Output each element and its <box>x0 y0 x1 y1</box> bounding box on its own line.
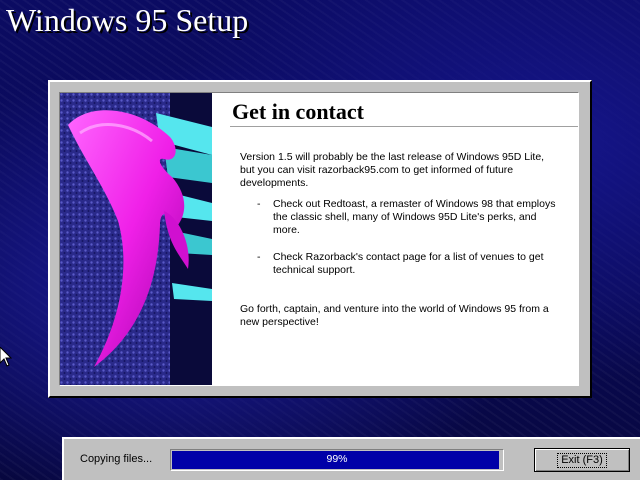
bullet-marker: - <box>257 251 261 263</box>
intro-paragraph: Version 1.5 will probably be the last re… <box>240 151 545 189</box>
side-art-image <box>60 93 212 385</box>
status-bar: Copying files... 99% Exit (F3) <box>62 437 640 480</box>
bullet-item-redtoast: Check out Redtoast, a remaster of Window… <box>273 198 556 236</box>
exit-button[interactable]: Exit (F3) <box>534 448 630 472</box>
dialog-content-panel: Get in contact Version 1.5 will probably… <box>59 92 579 386</box>
setup-dialog: Get in contact Version 1.5 will probably… <box>48 80 592 398</box>
exit-button-label: Exit (F3) <box>557 452 607 468</box>
progress-percent: 99% <box>326 453 348 465</box>
setup-title: Windows 95 Setup <box>6 2 249 38</box>
setup-background: Windows 95 Setup Get in contact Version … <box>0 0 640 480</box>
bullet-item-contact: Check Razorback's contact page for a lis… <box>273 251 544 276</box>
status-label: Copying files... <box>80 453 153 465</box>
bullet-marker: - <box>257 198 261 210</box>
dialog-heading: Get in contact <box>232 99 364 124</box>
closing-paragraph: Go forth, captain, and venture into the … <box>240 303 549 328</box>
progress-bar: 99% <box>170 449 504 471</box>
mouse-pointer-icon <box>0 347 12 367</box>
heading-divider <box>230 126 578 127</box>
